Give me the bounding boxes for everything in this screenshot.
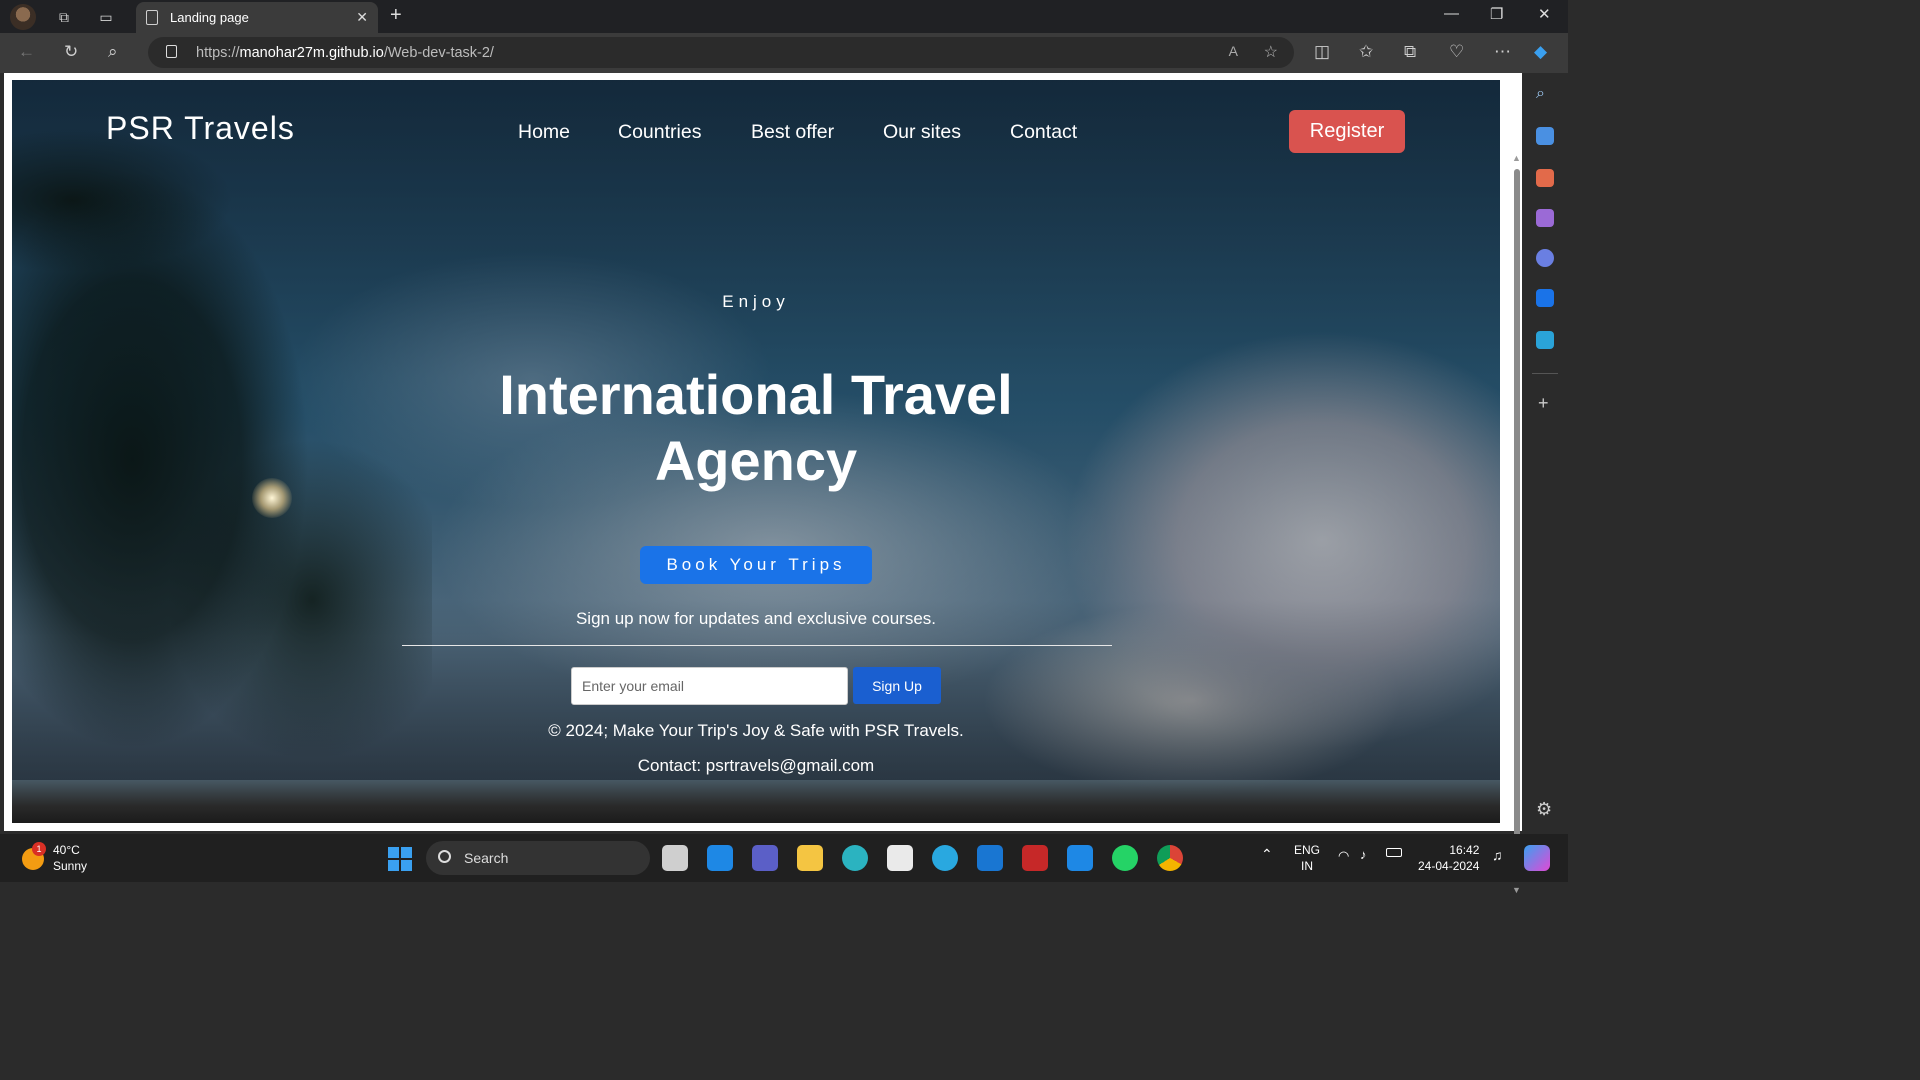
more-menu-icon[interactable]: ⋯ [1494,42,1511,62]
collections-icon[interactable]: ⧉ [1404,42,1416,62]
language-indicator[interactable]: ENG IN [1294,842,1320,874]
weather-badge: 1 [32,842,46,856]
url-prefix: https:// [196,44,240,61]
copyright-text: © 2024; Make Your Trip's Joy & Safe with… [548,721,964,740]
weather-widget[interactable]: 40°C Sunny [53,842,87,874]
lock-icon[interactable] [166,45,177,58]
browser-viewport: PSR Travels Home Countries Best offer Ou… [4,73,1522,895]
tools-icon[interactable] [1536,169,1554,187]
clock-time: 16:42 [1449,843,1480,857]
url-host: manohar27m.github.io [239,44,384,61]
clock[interactable]: 16:42 24-04-2024 [1418,842,1479,874]
signup-prompt: Sign up now for updates and exclusive co… [575,609,937,628]
file-explorer-icon[interactable] [797,845,823,871]
close-tab-icon[interactable]: ✕ [356,9,368,26]
favorite-star-icon[interactable]: ☆ [1264,42,1278,62]
page-icon [146,10,158,25]
scroll-up-icon[interactable]: ▲ [1512,153,1521,163]
contact-text: Contact: psrtravels@gmail.com [637,756,875,775]
browser-essentials-icon[interactable]: ♡ [1449,42,1464,62]
new-tab-icon[interactable]: + [390,4,402,27]
weather-desc: Sunny [53,859,88,873]
close-window-icon[interactable]: ✕ [1538,5,1551,23]
email-input[interactable] [571,667,848,705]
task-view-icon[interactable] [662,845,688,871]
book-trips-button[interactable]: Book Your Trips [640,546,872,584]
battery-icon[interactable] [1386,848,1402,857]
office-icon[interactable] [1536,249,1554,267]
microsoft-store-icon[interactable] [887,845,913,871]
scroll-thumb[interactable] [1514,169,1520,867]
add-sidebar-app-icon[interactable]: + [1538,393,1549,414]
vscode-icon[interactable] [1067,845,1093,871]
telegram-icon[interactable] [1536,331,1554,349]
hero-headline: International Travel Agency [12,362,1500,494]
app-icon-blue[interactable] [977,845,1003,871]
chrome-icon[interactable] [1157,845,1183,871]
signup-button[interactable]: Sign Up [853,667,941,704]
shoreline-image [12,780,1500,823]
divider [402,645,1112,646]
nav-our-sites[interactable]: Our sites [883,121,961,144]
hero-section: PSR Travels Home Countries Best offer Ou… [12,80,1500,823]
nav-contact[interactable]: Contact [1010,121,1077,144]
windows-taskbar: 1 40°C Sunny Search ⌃ ENG IN ◠ ♪ 16:42 2… [0,834,1568,882]
copilot-taskbar-icon[interactable] [1524,845,1550,871]
lang-line-2: IN [1301,859,1313,873]
shopping-icon[interactable] [1536,127,1554,145]
weather-temp: 40°C [53,843,80,857]
copilot-icon[interactable]: ◆ [1534,42,1547,62]
restore-icon[interactable]: ❐ [1490,5,1503,23]
search-icon[interactable]: ⌕ [108,42,118,62]
tab-landing-page[interactable]: Landing page ✕ [136,2,378,33]
browser-tab-bar: ⧉ ▭ Landing page ✕ + — ❐ ✕ [0,0,1568,33]
register-button[interactable]: Register [1289,110,1405,153]
url-path: /Web-dev-task-2/ [383,44,494,61]
headline-line-2: Agency [654,429,858,492]
sidebar-search-icon[interactable]: ⌕ [1536,85,1545,103]
workspaces-icon[interactable]: ⧉ [52,5,76,29]
tab-title: Landing page [170,10,249,25]
wifi-icon[interactable]: ◠ [1338,848,1349,864]
games-icon[interactable] [1536,209,1554,227]
hero-kicker: Enjoy [722,292,790,311]
edge-icon[interactable] [842,845,868,871]
page-scrollbar[interactable]: ▲ ▼ [1512,153,1522,897]
sidebar-settings-icon[interactable]: ⚙ [1536,799,1552,820]
taskbar-search-label: Search [464,850,509,866]
whatsapp-icon[interactable] [1112,845,1138,871]
nav-home[interactable]: Home [518,121,570,144]
headline-line-1: International Travel [499,363,1013,426]
myhp-icon[interactable] [707,845,733,871]
read-aloud-icon[interactable]: A [1229,43,1238,59]
show-hidden-icons[interactable]: ⌃ [1261,846,1273,863]
split-screen-icon[interactable]: ◫ [1314,42,1330,62]
address-bar[interactable]: https://manohar27m.github.io/Web-dev-tas… [148,37,1294,68]
tab-actions-icon[interactable]: ▭ [94,5,118,29]
scroll-down-icon[interactable]: ▼ [1512,885,1521,895]
clock-date: 24-04-2024 [1418,859,1480,873]
sidebar-divider [1532,373,1558,374]
nav-countries[interactable]: Countries [618,121,701,144]
start-button-icon[interactable] [388,847,412,871]
notification-bell-icon[interactable]: ♫ [1492,847,1503,863]
back-icon[interactable]: ← [18,42,35,62]
volume-icon[interactable]: ♪ [1360,847,1367,862]
profile-avatar[interactable] [10,4,36,30]
nav-best-offer[interactable]: Best offer [751,121,834,144]
favorites-icon[interactable]: ✩ [1359,42,1373,62]
mcafee-icon[interactable] [1022,845,1048,871]
taskbar-search-icon [438,850,451,863]
taskbar-search[interactable]: Search [426,841,650,875]
brand-logo[interactable]: PSR Travels [106,110,295,147]
teams-icon[interactable] [752,845,778,871]
get-help-icon[interactable] [932,845,958,871]
browser-toolbar: ← ↻ ⌕ https://manohar27m.github.io/Web-d… [0,33,1568,73]
outlook-icon[interactable] [1536,289,1554,307]
refresh-icon[interactable]: ↻ [64,42,78,62]
lang-line-1: ENG [1294,843,1321,857]
minimize-icon[interactable]: — [1444,5,1459,22]
edge-sidebar: ⌕ + ⚙ [1522,73,1568,831]
